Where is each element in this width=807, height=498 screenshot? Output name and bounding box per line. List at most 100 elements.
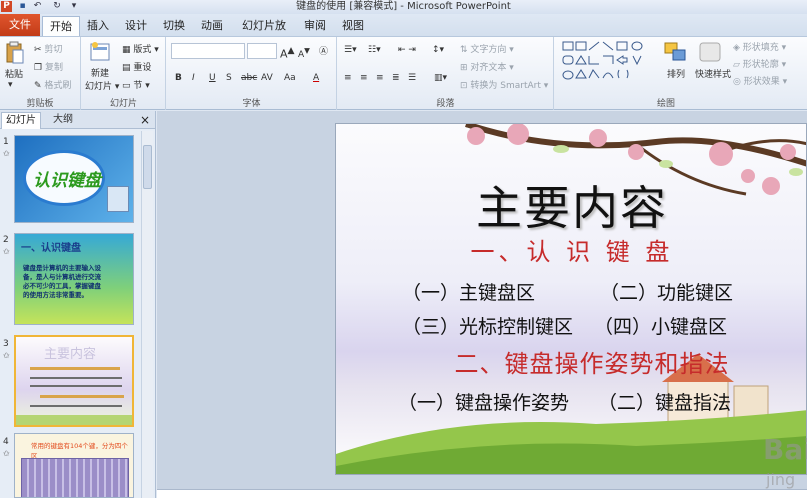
watermark: Bai [763,433,807,466]
cut-button[interactable]: ✂ 剪切 [34,42,62,55]
align-text-button[interactable]: ⊞ 对齐文本 ▾ [460,60,514,73]
item-posture[interactable]: （一）键盘操作姿势 [398,388,569,415]
line-spacing-icon[interactable]: ↕▾ [432,45,444,55]
italic-button[interactable]: I [192,73,195,83]
item-cursor-keys[interactable]: （三）光标控制键区 [402,312,573,339]
shrink-font-button[interactable]: A▼ [298,46,310,60]
smartart-icon: ⊡ [460,81,471,91]
align-text-icon: ⊞ [460,63,471,73]
section-heading-2[interactable]: 二、键盘操作姿势和指法 [356,344,806,379]
transition-icon: ✩ [3,149,10,158]
slides-group: 新建 幻灯片 ▾ ▦ 版式 ▾ ▤ 重设 ▭ 节 ▾ 幻灯片 [82,37,166,110]
item-function-keys[interactable]: （二）功能键区 [600,278,733,305]
section-button[interactable]: ▭ 节 ▾ [122,78,150,91]
shapes-gallery[interactable] [561,40,657,84]
shape-outline-label: 形状轮廓 [742,60,779,70]
grow-font-button[interactable]: A▲ [280,45,295,61]
text-direction-button[interactable]: ⇅ 文字方向 ▾ [460,42,514,55]
current-slide[interactable]: 主要内容 一、认 识 键 盘 （一）主键盘区 （二）功能键区 （三）光标控制键区… [335,123,807,475]
tab-home[interactable]: 开始 [42,16,80,36]
tab-view[interactable]: 视图 [341,16,365,36]
font-name-input[interactable] [171,43,245,59]
tab-transitions[interactable]: 切换 [162,16,186,36]
format-painter-button[interactable]: ✎ 格式刷 [34,78,71,91]
align-left-icon[interactable]: ≡ [344,73,352,83]
tab-outline[interactable]: 大纲 [44,112,82,129]
paste-button[interactable]: 粘贴 [5,67,23,80]
columns-icon[interactable]: ▥▾ [434,73,447,83]
computer-icon [107,186,129,212]
title-bar: P ▪ ↶ ↻ ▾ 键盘的使用 [兼容模式] - Microsoft Power… [0,0,807,14]
thumb2-body: 键盘是计算机的主要输入设备，是人与计算机进行交流必不可少的工具，掌握键盘的使用方… [23,264,101,299]
arrange-button[interactable]: 排列 [667,67,685,80]
close-icon[interactable]: × [138,112,152,129]
new-slide-icon[interactable] [90,41,112,63]
align-center-icon[interactable]: ≡ [360,73,368,83]
thumb3-line [40,395,124,398]
justify-icon[interactable]: ≣ [392,73,400,83]
section-heading-1[interactable]: 一、认 识 键 盘 [336,232,806,267]
tab-slideshow[interactable]: 幻灯片放映 [240,16,288,52]
tab-insert[interactable]: 插入 [86,16,110,36]
scrollbar-thumb[interactable] [143,145,152,189]
slide-thumbnail-4[interactable]: 常用的键盘有104个键，分为四个区 [14,433,134,498]
font-size-input[interactable] [247,43,277,59]
format-painter-label: 格式刷 [44,81,72,91]
align-right-icon[interactable]: ≡ [376,73,384,83]
watermark-sub: jing [766,470,796,489]
thumb3-line [30,367,120,370]
change-case-button[interactable]: Aa [284,73,296,83]
indent-icon[interactable]: ⇤ ⇥ [398,45,416,55]
panel-scrollbar[interactable] [141,131,153,498]
underline-button[interactable]: U [209,73,216,83]
slide-thumbnail-1[interactable]: 认识键盘 [14,135,134,223]
layout-label: 版式 [133,45,152,55]
section-icon: ▭ [122,81,134,91]
smartart-button[interactable]: ⊡ 转换为 SmartArt ▾ [460,78,548,91]
slide-number: 3 [3,339,9,349]
item-numpad[interactable]: （四）小键盘区 [594,312,727,339]
transition-icon: ✩ [3,449,10,458]
shape-outline-button[interactable]: ▱ 形状轮廓 ▾ [733,57,786,70]
arrange-icon[interactable] [663,41,689,65]
bullets-icon[interactable]: ☰▾ [344,45,357,55]
font-color-button[interactable]: A [313,73,319,83]
item-main-keyboard[interactable]: （一）主键盘区 [402,278,535,305]
tab-design[interactable]: 设计 [124,16,148,36]
shape-fill-button[interactable]: ◈ 形状填充 ▾ [733,40,786,53]
tab-review[interactable]: 审阅 [303,16,327,36]
thumb3-title: 主要内容 [44,347,97,362]
shadow-button[interactable]: S [226,73,232,83]
quick-styles-button[interactable]: 快速样式 [695,67,731,80]
slide-number: 4 [3,437,9,447]
bold-button[interactable]: B [175,73,182,83]
char-spacing-button[interactable]: AV [261,73,273,83]
tab-slides[interactable]: 幻灯片 [1,112,41,129]
thumb3-line [30,385,122,387]
copy-button[interactable]: ❐ 复制 [34,60,63,73]
new-slide-dropdown[interactable]: 幻灯片 ▾ [85,79,119,92]
numbering-icon[interactable]: ☷▾ [368,45,381,55]
thumb2-title: 一、认识键盘 [21,243,81,254]
clear-format-icon[interactable]: Ⓐ [319,44,328,57]
new-slide-label[interactable]: 新建 [91,66,109,79]
thumb3-line [30,405,122,407]
strikethrough-button[interactable]: abc [241,73,257,83]
shape-effects-button[interactable]: ◎ 形状效果 ▾ [733,74,787,87]
quick-styles-icon[interactable] [698,41,724,65]
paragraph-group: ☰▾ ☷▾ ⇤ ⇥ ↕▾ ≡ ≡ ≡ ≣ ☰ ▥▾ ⇅ 文字方向 ▾ ⊞ 对齐文… [338,37,554,110]
tab-animations[interactable]: 动画 [200,16,224,36]
slide-thumbnail-2[interactable]: 一、认识键盘 键盘是计算机的主要输入设备，是人与计算机进行交流必不可少的工具，掌… [14,233,134,325]
notes-pane[interactable] [157,489,807,498]
paste-icon[interactable] [6,41,24,65]
layout-button[interactable]: ▦ 版式 ▾ [122,42,159,55]
chevron-down-icon[interactable]: ▾ [8,80,13,90]
slide-title[interactable]: 主要内容 [336,172,806,238]
thumb3-line [30,377,122,379]
tab-file[interactable]: 文件 [0,14,40,36]
item-fingering[interactable]: （二）键盘指法 [598,388,731,415]
slide-thumbnail-3[interactable]: 主要内容 [14,335,134,427]
distribute-icon[interactable]: ☰ [408,73,416,83]
reset-button[interactable]: ▤ 重设 [122,60,151,73]
clipboard-group: 粘贴 ▾ ✂ 剪切 ❐ 复制 ✎ 格式刷 剪贴板 [0,37,81,110]
